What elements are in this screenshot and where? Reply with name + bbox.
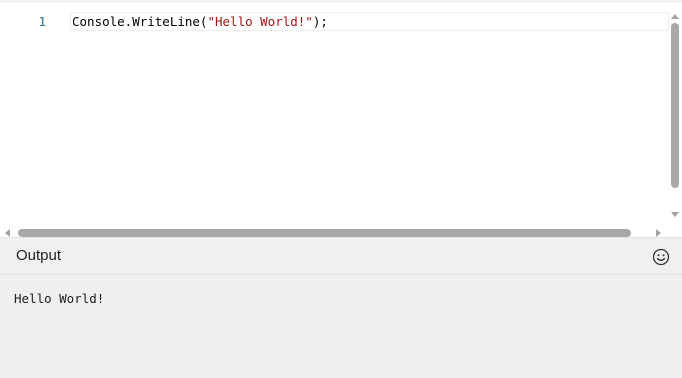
code-line[interactable]: 1 Console.WriteLine("Hello World!"); xyxy=(0,12,669,31)
feedback-button[interactable] xyxy=(651,247,671,267)
code-editor[interactable]: 1 Console.WriteLine("Hello World!"); xyxy=(0,0,682,237)
smiley-icon xyxy=(652,248,670,266)
output-text: Hello World! xyxy=(14,291,105,306)
code-token-method: Console.WriteLine( xyxy=(72,14,208,29)
vertical-scroll-thumb[interactable] xyxy=(671,23,679,188)
scroll-down-arrow-icon[interactable] xyxy=(671,212,679,217)
horizontal-scroll-thumb[interactable] xyxy=(18,229,631,237)
scroll-right-arrow-icon[interactable] xyxy=(656,229,661,237)
output-title: Output xyxy=(16,247,62,264)
vertical-scrollbar[interactable] xyxy=(668,11,682,225)
scroll-left-arrow-icon[interactable] xyxy=(5,229,10,237)
code-runner: 1 Console.WriteLine("Hello World!"); Out… xyxy=(0,0,682,378)
code-text[interactable]: Console.WriteLine("Hello World!"); xyxy=(72,13,328,30)
scroll-up-arrow-icon[interactable] xyxy=(671,14,679,19)
code-token-punctuation: ); xyxy=(312,14,328,29)
code-token-string: "Hello World!" xyxy=(207,14,313,29)
line-number: 1 xyxy=(38,14,46,29)
output-header: Output xyxy=(0,237,682,275)
output-panel: Output Hello World! xyxy=(0,237,682,378)
